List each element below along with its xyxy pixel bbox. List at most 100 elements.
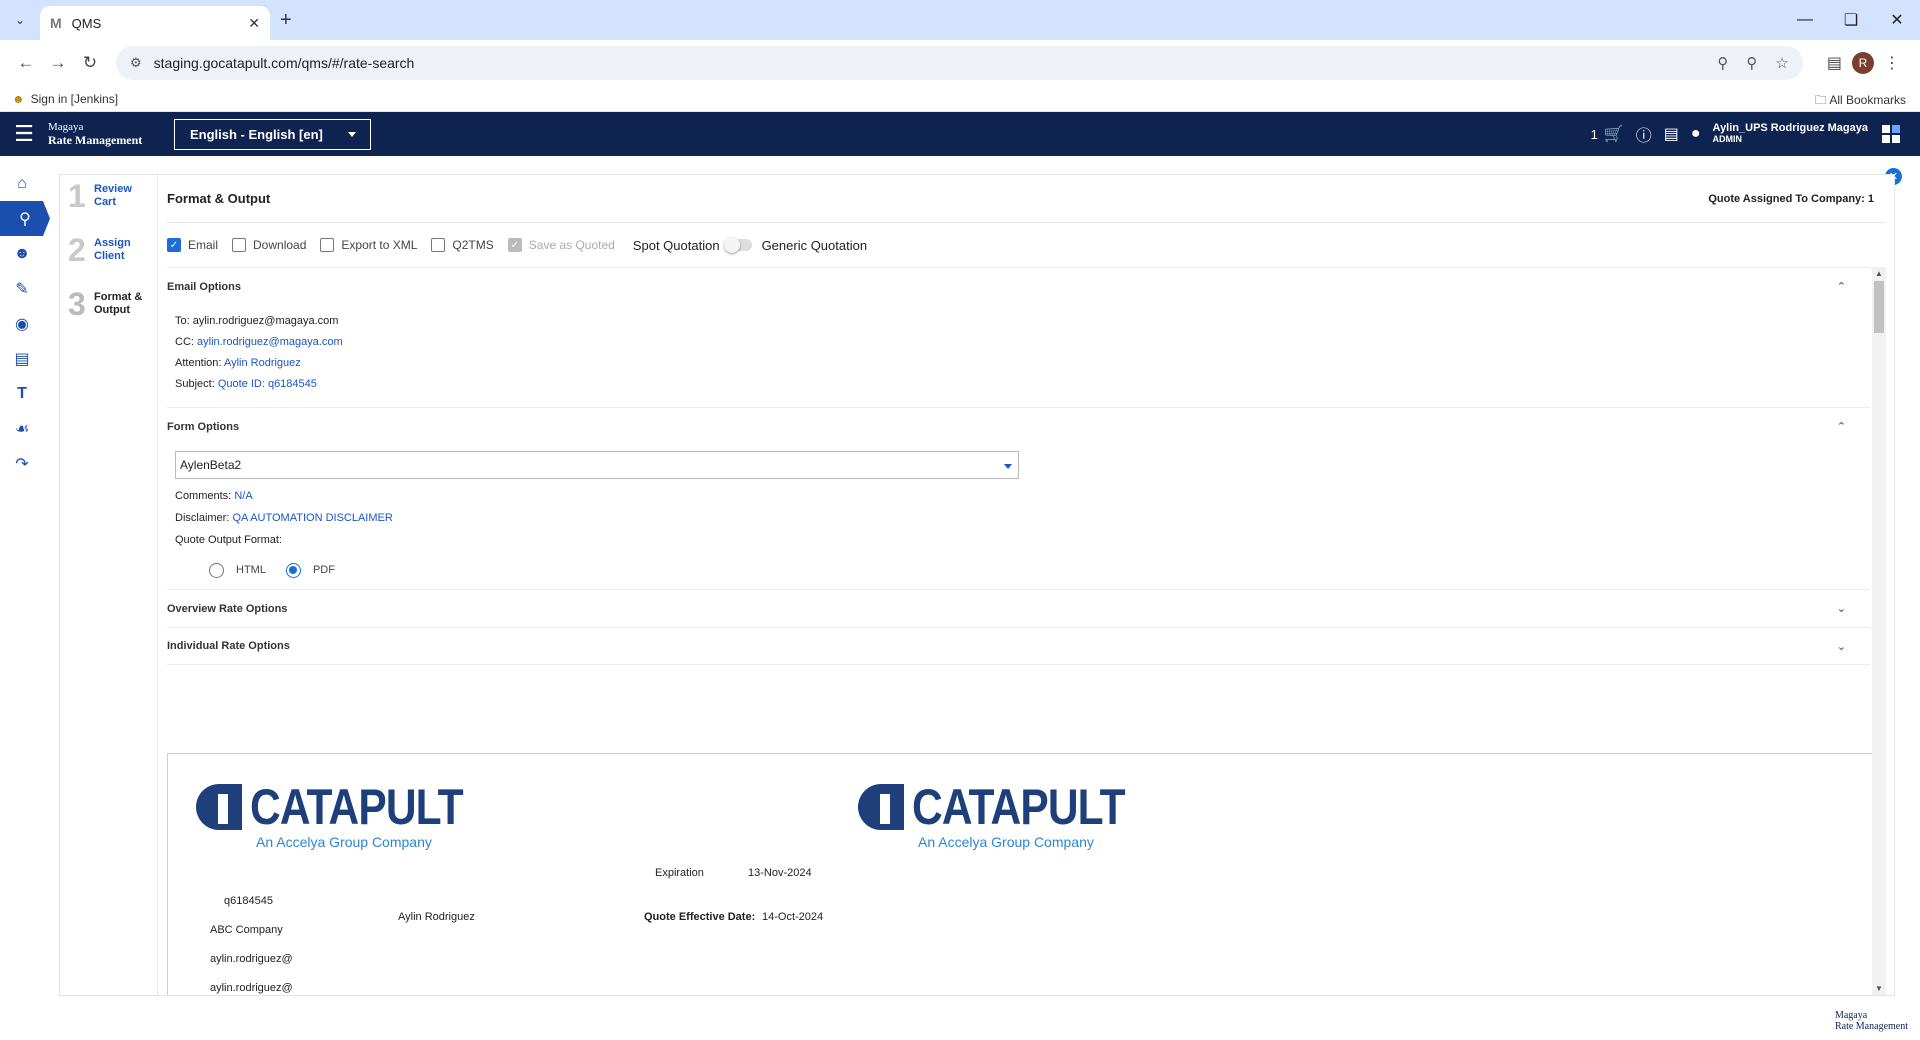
cart-count: 1 bbox=[1590, 126, 1598, 142]
cc-value[interactable]: aylin.rodriguez@magaya.com bbox=[197, 336, 343, 348]
new-tab-icon[interactable]: + bbox=[280, 9, 292, 32]
tab-favicon-icon: M bbox=[50, 15, 62, 31]
download-label: Download bbox=[253, 238, 307, 252]
format-output-content: Format & Output Quote Assigned To Compan… bbox=[167, 175, 1886, 995]
window-close-icon[interactable]: ✕ bbox=[1874, 0, 1920, 40]
step-review-cart[interactable]: 1 Review Cart bbox=[60, 175, 157, 229]
hamburger-menu-icon[interactable]: ☰ bbox=[0, 121, 48, 147]
browser-tab[interactable]: M QMS ✕ bbox=[40, 6, 270, 40]
scroll-down-icon[interactable]: ▼ bbox=[1872, 984, 1886, 993]
back-icon[interactable]: ← bbox=[10, 53, 42, 73]
attention-label: Attention: bbox=[175, 357, 222, 369]
extensions-icon[interactable]: ▤ bbox=[1827, 53, 1842, 73]
jenkins-icon: ☻ bbox=[12, 91, 25, 106]
expiration-value: 13-Nov-2024 bbox=[748, 867, 812, 879]
to-label: To: bbox=[175, 315, 190, 327]
overview-rate-options-title: Overview Rate Options bbox=[167, 602, 288, 615]
save-as-quoted-checkbox: ✓ Save as Quoted bbox=[507, 238, 615, 252]
quotation-type-toggle[interactable] bbox=[723, 237, 752, 253]
network-icon[interactable]: ☙ bbox=[0, 411, 44, 446]
individual-rate-options-header[interactable]: Individual Rate Options ⌄ bbox=[167, 627, 1870, 665]
zoom-icon[interactable]: ⚲ bbox=[1746, 54, 1757, 72]
overview-rate-options-header[interactable]: Overview Rate Options ⌄ bbox=[167, 589, 1870, 627]
step-assign-client[interactable]: 2 Assign Client bbox=[60, 229, 157, 283]
profile-avatar[interactable]: R bbox=[1852, 52, 1874, 74]
logo-word: CATAPULT bbox=[250, 779, 464, 835]
pdf-radio[interactable]: PDF bbox=[285, 562, 335, 578]
user-role: ADMIN bbox=[1712, 134, 1743, 144]
main-panel: 1 Review Cart 2 Assign Client 3 Format & Ou… bbox=[59, 174, 1895, 996]
attention-value[interactable]: Aylin Rodriguez bbox=[224, 357, 301, 369]
app-header: ☰ Magaya Rate Management English - Engli… bbox=[0, 112, 1920, 156]
tab-close-icon[interactable]: ✕ bbox=[248, 15, 260, 32]
caret-down-icon bbox=[348, 131, 356, 137]
home-icon[interactable]: ⌂ bbox=[0, 166, 44, 201]
tab-search-chevron-icon[interactable]: ⌄ bbox=[6, 6, 34, 34]
app-brand: Magaya Rate Management bbox=[48, 121, 174, 147]
reports-icon[interactable]: ▤ bbox=[1664, 124, 1679, 144]
output-format-label: Quote Output Format: bbox=[175, 534, 282, 546]
export-xml-checkbox[interactable]: Export to XML bbox=[320, 238, 417, 252]
html-radio[interactable]: HTML bbox=[209, 562, 266, 578]
options-scroll-area[interactable]: Email Options ⌃ To: aylin.rodriguez@maga… bbox=[167, 267, 1886, 995]
help-icon[interactable]: ⓘ bbox=[1636, 122, 1652, 146]
browser-tab-bar: ⌄ M QMS ✕ + — ❏ ✕ bbox=[0, 0, 1920, 40]
save-as-quoted-label: Save as Quoted bbox=[528, 238, 615, 252]
form-options-header[interactable]: Form Options ⌃ bbox=[167, 407, 1870, 445]
globe-icon[interactable]: ◉ bbox=[0, 306, 44, 341]
user-menu[interactable]: Aylin_UPS Rodriguez Magaya ADMIN bbox=[1713, 123, 1868, 145]
brand-line2: Rate Management bbox=[48, 133, 143, 147]
html-label: HTML bbox=[236, 564, 266, 576]
reload-icon[interactable]: ↻ bbox=[74, 53, 106, 73]
email-options-body: To: aylin.rodriguez@magaya.com CC: aylin… bbox=[167, 305, 1870, 407]
disclaimer-value[interactable]: QA AUTOMATION DISCLAIMER bbox=[232, 512, 392, 524]
user-icon: ● bbox=[1690, 125, 1701, 142]
step-label: Assign bbox=[94, 237, 131, 249]
step-format-output[interactable]: 3 Format & Output bbox=[60, 283, 157, 337]
step-label: Format & bbox=[94, 291, 143, 303]
all-bookmarks[interactable]: 🗀 All Bookmarks bbox=[1815, 91, 1906, 112]
cart-icon[interactable]: 🛒 bbox=[1604, 124, 1624, 144]
bookmark-star-icon[interactable]: ☆ bbox=[1775, 54, 1788, 72]
effective-date-label: Quote Effective Date: bbox=[644, 911, 756, 923]
language-select[interactable]: English - English [en] bbox=[174, 118, 371, 150]
text-icon[interactable]: T bbox=[0, 376, 44, 411]
scrollbar-thumb[interactable] bbox=[1874, 281, 1884, 333]
restore-icon[interactable]: ❏ bbox=[1828, 0, 1874, 40]
url-field[interactable]: ⚙ staging.gocatapult.com/qms/#/rate-sear… bbox=[116, 46, 1803, 80]
footer-brand: Magaya Rate Management bbox=[1835, 1010, 1908, 1032]
window-controls: — ❏ ✕ bbox=[1782, 0, 1920, 40]
comments-value[interactable]: N/A bbox=[234, 490, 252, 502]
preview-email: aylin.rodriguez@ bbox=[210, 982, 293, 994]
q2tms-checkbox[interactable]: Q2TMS bbox=[431, 238, 494, 252]
email-options-title: Email Options bbox=[167, 280, 241, 293]
vertical-scrollbar[interactable]: ▲ ▼ bbox=[1872, 267, 1886, 995]
catapult-logo: CATAPULT An Accelya Group Company bbox=[858, 782, 1162, 850]
output-format-radios: HTML PDF bbox=[175, 551, 1862, 589]
step-number: 3 bbox=[68, 286, 86, 322]
forward-icon[interactable]: → bbox=[42, 53, 74, 73]
scroll-up-icon[interactable]: ▲ bbox=[1872, 269, 1886, 278]
minimize-icon[interactable]: — bbox=[1782, 0, 1828, 40]
email-options-header[interactable]: Email Options ⌃ bbox=[167, 267, 1870, 305]
brand-line1: Magaya bbox=[48, 121, 84, 133]
browser-menu-icon[interactable]: ⋮ bbox=[1884, 53, 1900, 73]
step-number: 1 bbox=[68, 178, 86, 214]
apps-grid-icon[interactable] bbox=[1882, 125, 1900, 143]
catapult-logo-mark bbox=[196, 784, 242, 830]
edit-icon[interactable]: ✎ bbox=[0, 271, 44, 306]
clients-icon[interactable]: ☻ bbox=[0, 236, 44, 271]
password-key-icon[interactable]: ⚲ bbox=[1717, 54, 1728, 72]
download-checkbox[interactable]: Download bbox=[232, 238, 306, 252]
radio-off bbox=[209, 562, 224, 578]
export-icon[interactable]: ↷ bbox=[0, 446, 44, 481]
search-icon[interactable]: ⚲ bbox=[0, 201, 50, 236]
subject-value[interactable]: Quote ID: q6184545 bbox=[218, 378, 317, 390]
site-info-icon[interactable]: ⚙ bbox=[130, 55, 142, 71]
generic-quotation-label: Generic Quotation bbox=[761, 237, 868, 253]
check-icon: ✓ bbox=[167, 238, 181, 252]
messages-icon[interactable]: ▤ bbox=[0, 341, 44, 376]
form-select[interactable]: AylenBeta2 bbox=[175, 451, 1019, 479]
email-checkbox[interactable]: ✓ Email bbox=[167, 238, 218, 252]
bookmark-jenkins[interactable]: Sign in [Jenkins] bbox=[31, 92, 118, 106]
